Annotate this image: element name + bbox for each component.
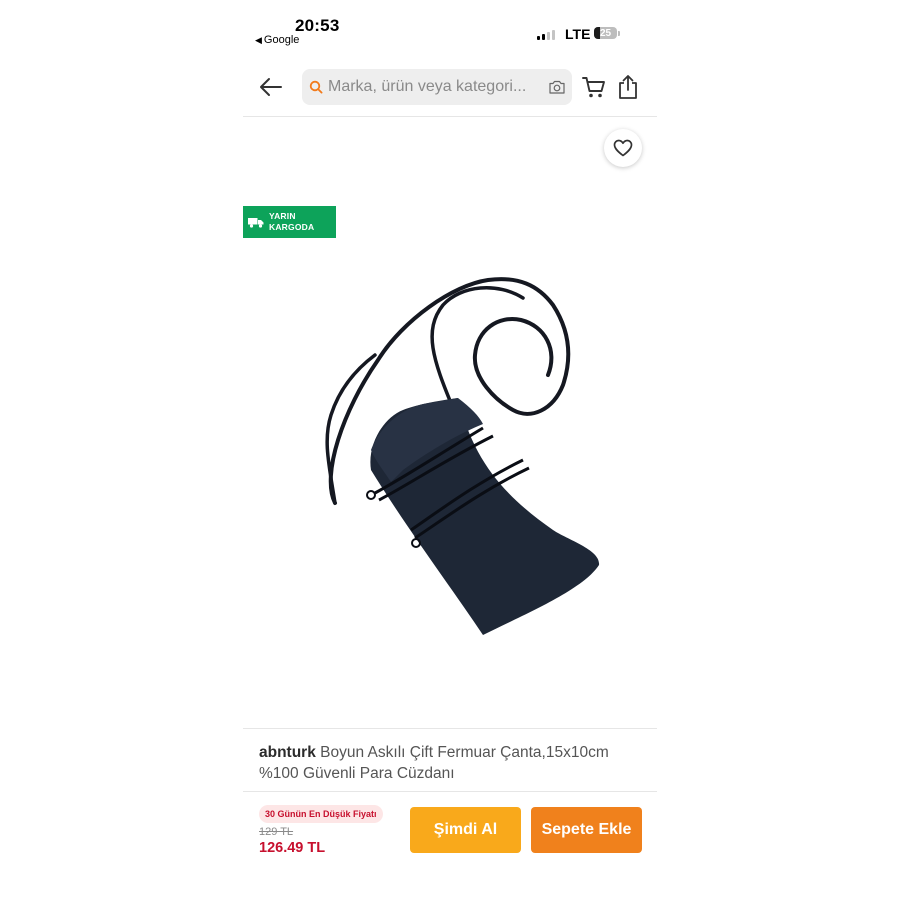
back-button[interactable] [257,73,285,101]
add-to-cart-button[interactable]: Sepete Ekle [531,807,642,853]
signal-icon [537,29,555,40]
back-to-app-link[interactable]: ◀ Google [255,34,299,46]
arrow-left-icon [260,78,282,96]
favorite-button[interactable] [604,129,642,167]
share-icon [619,75,637,99]
back-app-label: Google [263,34,300,46]
header-divider [243,116,657,117]
cart-button[interactable] [581,74,607,100]
image-divider [243,728,657,729]
truck-icon [248,217,264,228]
camera-icon[interactable] [548,79,566,95]
search-input[interactable] [328,69,546,105]
back-triangle-icon: ◀ [255,34,262,45]
buy-now-button[interactable]: Şimdi Al [410,807,521,853]
fast-delivery-badge: YARIN KARGODA [243,206,336,238]
heart-icon [613,139,633,157]
badge-line-1: YARIN [269,211,296,221]
product-image[interactable] [283,260,633,660]
battery-fill [594,27,600,39]
battery-cap [618,31,620,36]
share-button[interactable] [617,73,639,101]
title-divider [243,791,657,792]
network-label: LTE [565,26,591,42]
current-price: 126.49 TL [259,840,326,856]
cart-icon [582,77,605,98]
product-brand[interactable]: abnturk [259,744,316,761]
search-bar[interactable] [302,69,572,105]
status-time: 20:53 [295,16,340,35]
badge-text: YARIN KARGODA [269,211,314,233]
lowest-price-badge: 30 Günün En Düşük Fiyatı [259,805,383,823]
badge-line-2: KARGODA [269,222,315,232]
old-price: 129 TL [259,826,294,838]
phone-screen: 20:53 ◀ Google LTE 25 Marka, ürün veya k… [243,0,657,900]
battery-level: 25 [599,27,612,39]
product-title: abnturk Boyun Askılı Çift Fermuar Çanta,… [259,742,639,784]
battery-icon: 25 [594,27,617,39]
search-icon [309,80,323,94]
